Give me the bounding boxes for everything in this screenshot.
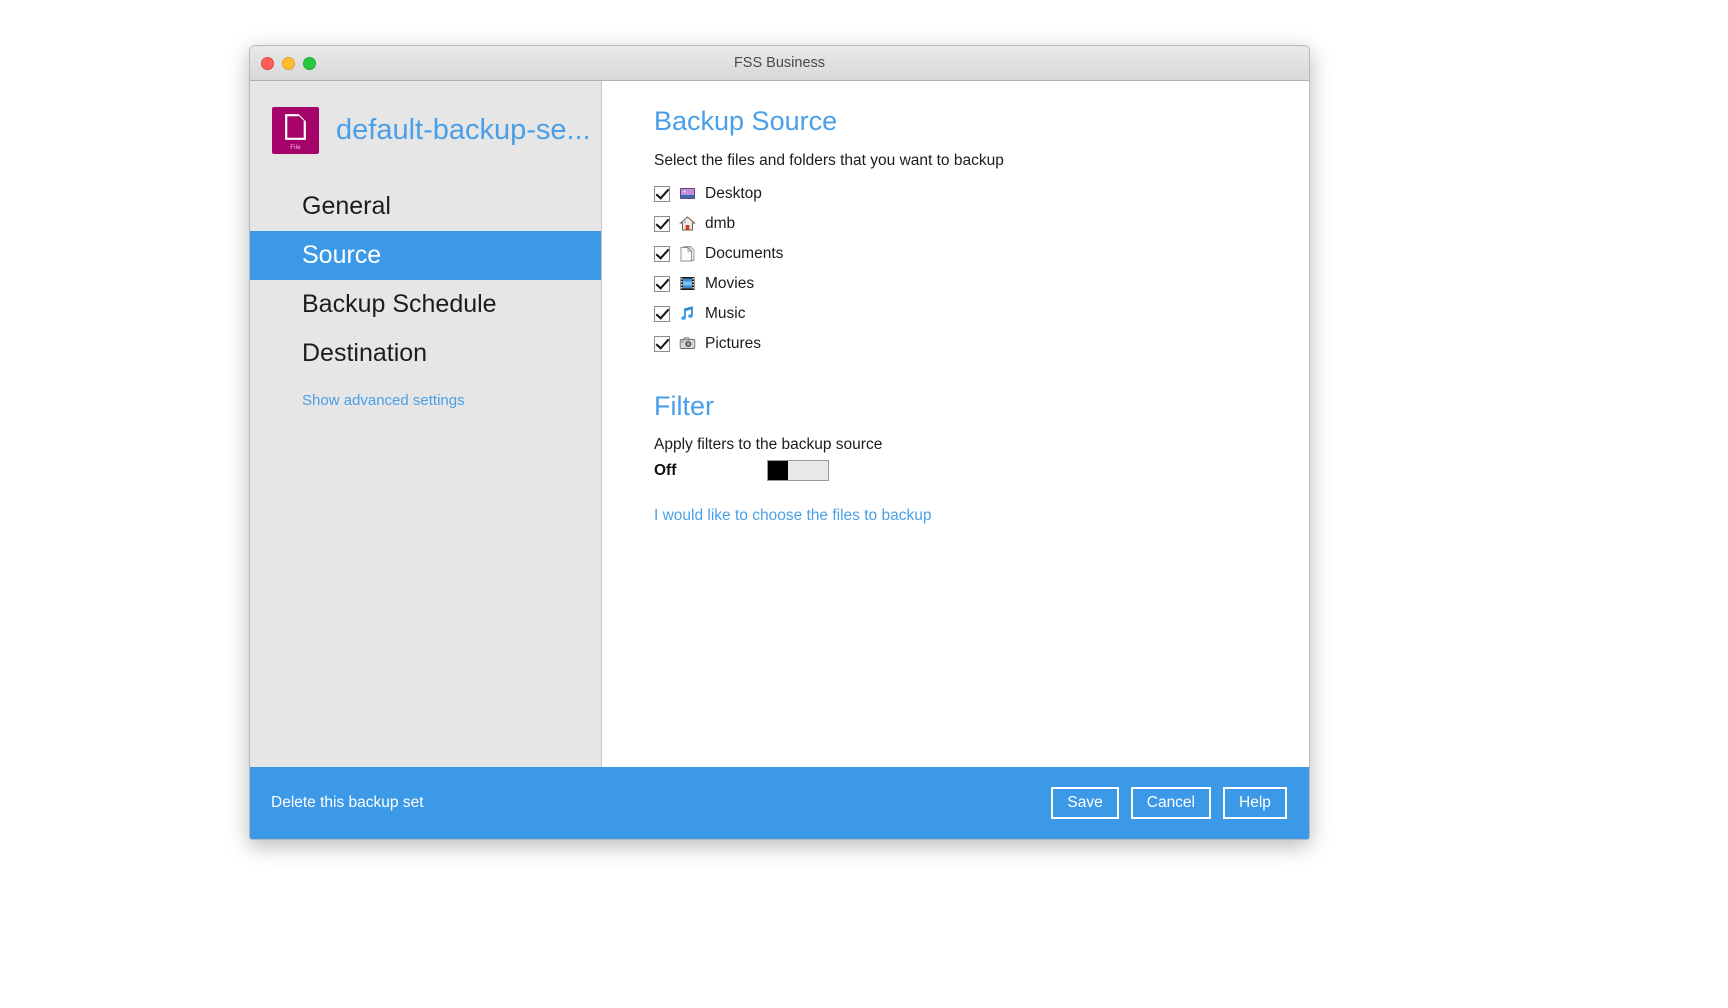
checkbox-movies[interactable] bbox=[654, 275, 670, 292]
backup-source-heading: Backup Source bbox=[654, 106, 838, 136]
sidebar-item-general[interactable]: General bbox=[250, 182, 601, 231]
backup-source-description: Select the files and folders that you wa… bbox=[654, 151, 1004, 169]
checkbox-pictures[interactable] bbox=[654, 335, 670, 352]
source-label: Movies bbox=[705, 274, 755, 292]
documents-icon bbox=[679, 245, 696, 262]
help-button[interactable]: Help bbox=[1223, 787, 1287, 819]
sidebar-item-label: Destination bbox=[302, 339, 428, 367]
bottom-bar-buttons: Save Cancel Help bbox=[1051, 787, 1287, 819]
checkbox-music[interactable] bbox=[654, 305, 670, 322]
checkbox-desktop[interactable] bbox=[654, 185, 670, 202]
toggle-track bbox=[788, 461, 828, 481]
home-icon bbox=[679, 215, 696, 232]
sidebar-item-label: Source bbox=[302, 241, 382, 269]
filter-description: Apply filters to the backup source bbox=[654, 436, 883, 454]
bottom-action-bar: Delete this backup set Save Cancel Help bbox=[250, 767, 1309, 839]
filter-heading: Filter bbox=[654, 390, 714, 421]
filter-state-label: Off bbox=[654, 461, 677, 479]
maximize-window-icon[interactable] bbox=[303, 56, 316, 70]
desktop-icon bbox=[679, 185, 696, 202]
cancel-button[interactable]: Cancel bbox=[1130, 787, 1211, 819]
title-bar: FSS Business bbox=[250, 46, 1309, 81]
music-icon bbox=[679, 305, 696, 322]
minimize-window-icon[interactable] bbox=[282, 56, 295, 70]
window-controls bbox=[261, 46, 316, 80]
sidebar-item-source[interactable]: Source bbox=[250, 231, 601, 280]
source-label: Desktop bbox=[705, 184, 762, 202]
source-label: Music bbox=[705, 304, 746, 322]
window-body: File default-backup-se... General Source… bbox=[250, 81, 1309, 767]
pictures-icon bbox=[679, 335, 696, 352]
sidebar-item-label: Backup Schedule bbox=[302, 290, 497, 318]
backup-source-list: Desktop dmb Documents Movies Music Pictu… bbox=[654, 179, 1309, 359]
sidebar-item-destination[interactable]: Destination bbox=[250, 329, 601, 378]
file-page-glyph bbox=[285, 114, 306, 140]
source-row-movies[interactable]: Movies bbox=[654, 269, 1309, 299]
sidebar: File default-backup-se... General Source… bbox=[250, 81, 602, 767]
checkbox-dmb[interactable] bbox=[654, 215, 670, 232]
source-row-desktop[interactable]: Desktop bbox=[654, 179, 1309, 209]
sidebar-item-backup-schedule[interactable]: Backup Schedule bbox=[250, 280, 601, 329]
source-row-documents[interactable]: Documents bbox=[654, 239, 1309, 269]
source-row-music[interactable]: Music bbox=[654, 299, 1309, 329]
filter-toggle-switch[interactable] bbox=[767, 460, 829, 482]
choose-files-link[interactable]: I would like to choose the files to back… bbox=[654, 507, 1309, 525]
sidebar-nav-list: General Source Backup Schedule Destinati… bbox=[250, 182, 601, 378]
checkbox-documents[interactable] bbox=[654, 245, 670, 262]
delete-backup-set-link[interactable]: Delete this backup set bbox=[271, 794, 424, 812]
show-advanced-settings-link[interactable]: Show advanced settings bbox=[250, 392, 601, 409]
save-button[interactable]: Save bbox=[1051, 787, 1119, 819]
source-label: Pictures bbox=[705, 334, 761, 352]
file-icon-label: File bbox=[290, 145, 301, 151]
source-label: Documents bbox=[705, 244, 784, 262]
application-window: FSS Business File default-backup-se... G… bbox=[249, 45, 1310, 840]
sidebar-item-label: General bbox=[302, 192, 391, 220]
movies-icon bbox=[679, 275, 696, 292]
filter-toggle-row: Off bbox=[654, 460, 1309, 482]
backup-set-file-icon: File bbox=[272, 107, 319, 154]
backup-set-name: default-backup-se... bbox=[336, 114, 591, 146]
source-label: dmb bbox=[705, 214, 736, 232]
content-pane: Backup Source Select the files and folde… bbox=[602, 81, 1309, 767]
backup-set-header: File default-backup-se... bbox=[250, 81, 601, 154]
toggle-thumb bbox=[768, 461, 788, 481]
filter-section: Filter Apply filters to the backup sourc… bbox=[654, 390, 1309, 482]
window-title: FSS Business bbox=[733, 55, 826, 71]
source-row-dmb[interactable]: dmb bbox=[654, 209, 1309, 239]
source-row-pictures[interactable]: Pictures bbox=[654, 329, 1309, 359]
close-window-icon[interactable] bbox=[261, 56, 274, 70]
